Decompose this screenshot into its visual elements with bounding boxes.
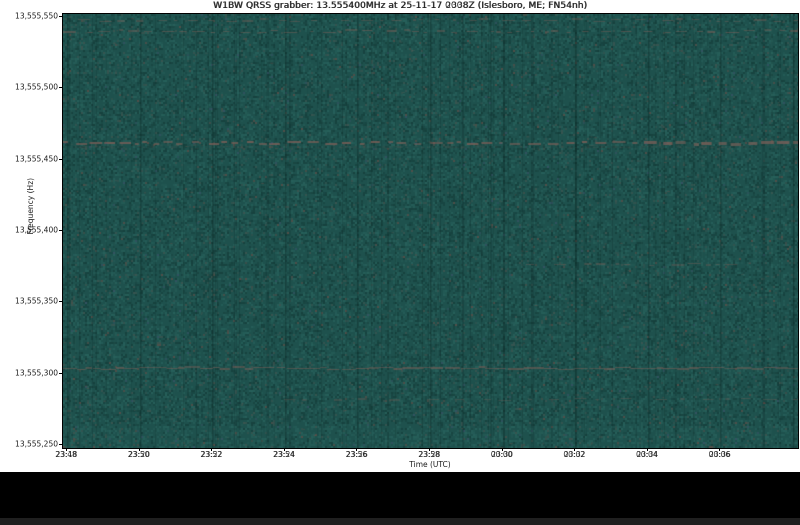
spectrogram-plot-area: [62, 13, 799, 449]
x-tick-label: 23:32 00:02: [563, 450, 585, 459]
x-tick-label: 23:18 23:48: [55, 450, 77, 459]
spectrogram-figure: W1BW QRSS grabber: 13.555400MHz at 25-11…: [0, 0, 800, 472]
x-tick-label: 23:20 23:50: [128, 450, 150, 459]
x-tick-label: 23:26 23:56: [346, 450, 368, 459]
x-axis-label: Time (UTC): [409, 460, 451, 469]
y-tick-mark: [59, 372, 62, 374]
x-tick-label: 23:36 00:06: [709, 450, 731, 459]
x-tick-label: 23:24 23:54: [273, 450, 295, 459]
x-tick-label-text: 00:02: [563, 450, 585, 459]
y-tick-label: 13,555,450: [15, 154, 58, 164]
y-tick-mark: [59, 16, 62, 17]
y-tick-label: 13,555,250: [15, 439, 58, 449]
bottom-strip: [0, 518, 800, 525]
x-tick-label-text: 23:52: [200, 450, 222, 459]
figure-title-text: W1BW QRSS grabber: 13.555400MHz at 25-11…: [213, 1, 587, 11]
x-tick-label-text: 23:48: [55, 450, 77, 459]
y-tick-label: 13,555,400: [15, 225, 58, 235]
y-tick-mark: [59, 158, 62, 160]
y-tick-label: 13,555,500: [15, 82, 58, 92]
x-tick-label-text: 23:50: [127, 450, 150, 459]
y-tick-mark: [59, 301, 62, 303]
x-tick-label-text: 23:58: [418, 450, 440, 459]
y-tick-label: 13,555,550: [15, 11, 58, 21]
y-tick-label: 13,555,300: [15, 368, 58, 378]
spectrogram-waterfall-canvas: [63, 14, 798, 448]
y-tick-label: 13,555,350: [15, 296, 58, 306]
x-tick-label: 23:30 00:00: [491, 450, 513, 459]
x-tick-label-text: 23:54: [272, 450, 295, 459]
x-tick-label-text: 00:04: [635, 450, 658, 459]
x-tick-label: 23:28 23:58: [418, 450, 440, 459]
qrss-grabber-screenshot: W1BW QRSS grabber: 13.555400MHz at 25-11…: [0, 0, 800, 525]
x-tick-label: 23:34 00:04: [636, 450, 658, 459]
x-tick-label-text: 23:56: [345, 450, 368, 459]
x-tick-label: 23:22 23:52: [200, 450, 222, 459]
y-tick-mark: [59, 87, 62, 89]
x-tick-label-text: 00:00: [490, 450, 513, 459]
y-tick-mark: [59, 444, 62, 445]
x-tick-label-text: 00:06: [708, 450, 731, 459]
figure-title: W1BW QRSS grabber: 13.555400MHz at 25-11…: [213, 1, 587, 11]
y-tick-mark: [59, 230, 62, 231]
filename-status-bar: W1BW-22m.1446x853.2025-11-17-233820.jpg …: [0, 472, 800, 518]
